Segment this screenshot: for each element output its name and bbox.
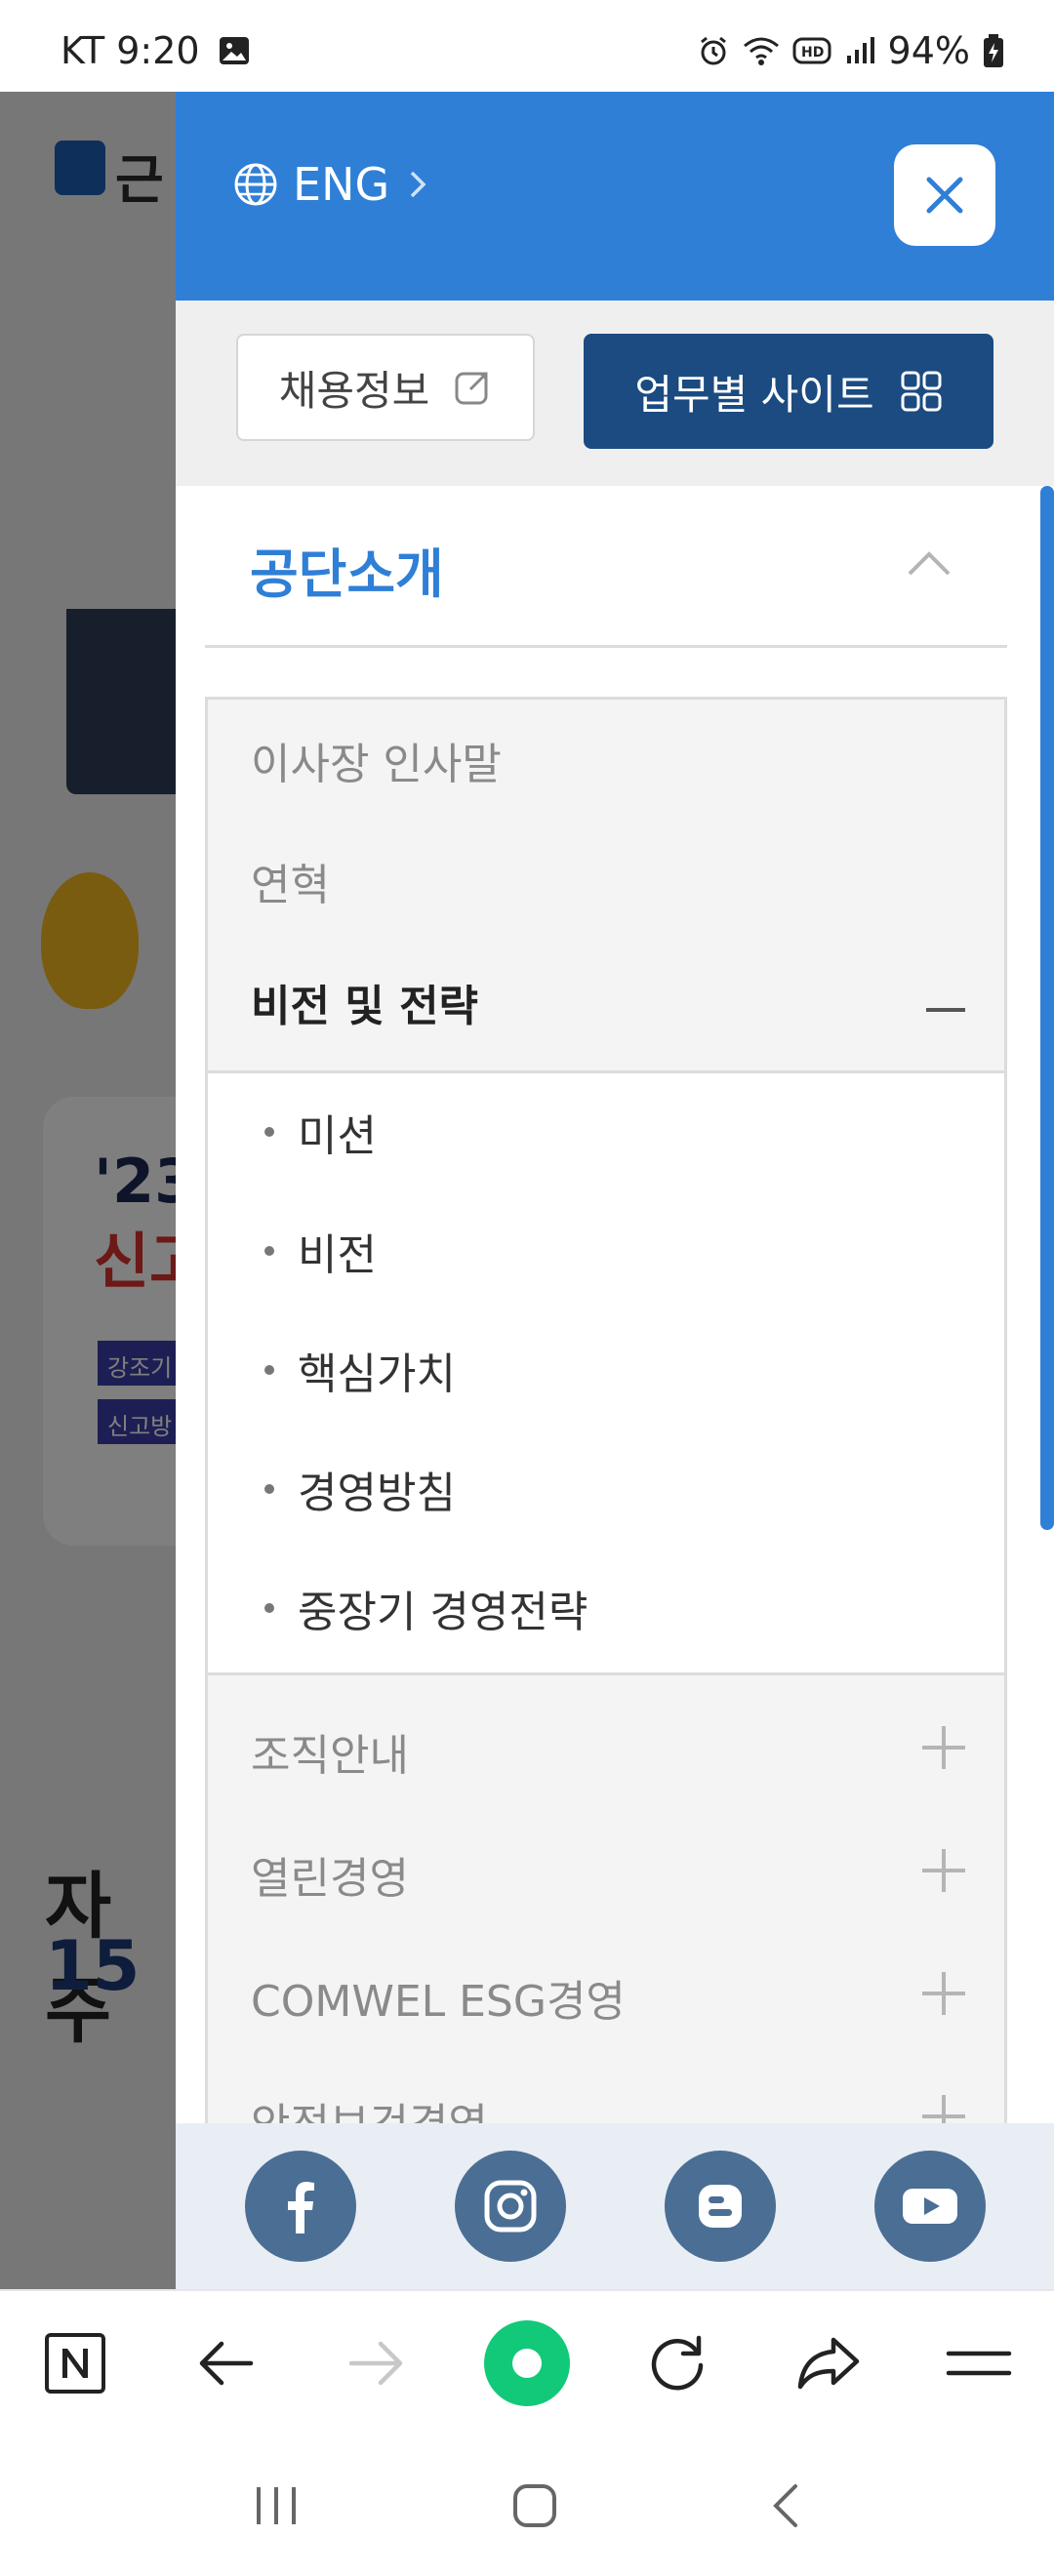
forward-icon (348, 2341, 402, 2386)
submenu-item[interactable]: 조직안내 (251, 1720, 409, 1783)
external-link-icon (455, 372, 488, 405)
instagram-icon (484, 2180, 536, 2233)
refresh-button[interactable] (619, 2305, 736, 2422)
bullet (264, 1603, 274, 1613)
detail-item[interactable]: 중장기 경영전략 (264, 1577, 588, 1639)
youtube-button[interactable] (873, 2151, 986, 2262)
submenu-box: 이사장 인사말 연혁 비전 및 전략 미션 비전 핵심가치 경영방침 중장기 경… (205, 697, 1007, 2213)
bullet (264, 1365, 274, 1375)
facebook-button[interactable] (244, 2151, 356, 2262)
instagram-button[interactable] (454, 2151, 566, 2262)
language-switch[interactable]: ENG (232, 158, 432, 211)
bullet (264, 1127, 274, 1137)
share-icon (797, 2337, 859, 2390)
minus-icon[interactable] (924, 988, 967, 1031)
alarm-icon (700, 36, 726, 65)
detail-item[interactable]: 경영방침 (264, 1458, 456, 1520)
drawer-header: ENG (176, 92, 1054, 301)
quick-links: 채용정보 업무별 사이트 (176, 301, 1054, 486)
detail-label: 경영방침 (298, 1469, 456, 1518)
back-nav-icon[interactable] (766, 2478, 805, 2533)
home-dot-icon (483, 2320, 570, 2406)
browser-toolbar (0, 2289, 1054, 2435)
bullet (264, 1484, 274, 1494)
submenu-item[interactable]: 이사장 인사말 (251, 729, 502, 791)
battery-icon (984, 34, 1003, 67)
status-bar: KT 9:20 HD 94% (0, 0, 1054, 92)
submenu-item-active[interactable]: 비전 및 전략 (251, 971, 478, 1033)
globe-icon (234, 163, 277, 206)
close-icon (926, 177, 963, 214)
menu-list: 공단소개 이사장 인사말 연혁 비전 및 전략 미션 비전 핵심가치 경영방침 … (205, 486, 1007, 2213)
menu-button[interactable] (920, 2305, 1037, 2422)
menu-icon (946, 2351, 1012, 2376)
battery-percent: 94% (887, 29, 970, 72)
home-icon[interactable] (507, 2478, 562, 2533)
section-header[interactable]: 공단소개 (205, 486, 1007, 648)
bullet (264, 1246, 274, 1256)
share-button[interactable] (770, 2305, 887, 2422)
youtube-icon (902, 2189, 957, 2224)
image-icon (219, 37, 249, 64)
facebook-icon (287, 2182, 314, 2234)
detail-label: 핵심가치 (298, 1349, 456, 1399)
back-button[interactable] (167, 2305, 284, 2422)
chevron-right-icon (410, 171, 426, 198)
naver-home-button[interactable] (17, 2305, 134, 2422)
section-title: 공단소개 (250, 543, 444, 605)
detail-list: 미션 비전 핵심가치 경영방침 중장기 경영전략 (208, 1070, 1004, 1675)
plus-icon[interactable] (920, 1724, 967, 1771)
recent-apps-icon[interactable] (249, 2481, 304, 2530)
signal-icon (846, 37, 874, 63)
wifi-icon (743, 37, 779, 65)
plus-icon[interactable] (920, 1847, 967, 1894)
detail-label: 미션 (298, 1111, 377, 1161)
work-sites-label: 업무별 사이트 (634, 370, 874, 419)
detail-item[interactable]: 비전 (264, 1220, 377, 1282)
plus-icon[interactable] (920, 1970, 967, 2017)
detail-item[interactable]: 핵심가치 (264, 1339, 456, 1401)
naver-icon (45, 2333, 106, 2394)
submenu-item[interactable]: COMWEL ESG경영 (251, 1966, 626, 2029)
green-dot-button[interactable] (468, 2305, 586, 2422)
carrier-time: KT 9:20 (61, 29, 200, 72)
detail-label: 비전 (298, 1230, 377, 1280)
close-button[interactable] (894, 144, 995, 246)
blogger-icon (698, 2185, 742, 2228)
recruit-button[interactable]: 채용정보 (236, 334, 535, 441)
grid-icon (901, 371, 942, 412)
detail-label: 중장기 경영전략 (298, 1588, 588, 1637)
blog-button[interactable] (664, 2151, 776, 2262)
scrollbar[interactable] (1040, 486, 1054, 1530)
submenu-item[interactable]: 열린경영 (251, 1843, 409, 1906)
hd-icon: HD (792, 37, 831, 64)
work-sites-button[interactable]: 업무별 사이트 (584, 334, 993, 449)
forward-button[interactable] (318, 2305, 435, 2422)
submenu-item[interactable]: 연혁 (251, 850, 330, 912)
svg-text:HD: HD (801, 45, 824, 60)
menu-drawer: ENG 채용정보 업무별 사이트 공단소개 이사장 인사말 연혁 비전 및 전략 (176, 92, 1054, 2289)
system-nav-bar (0, 2435, 1054, 2576)
back-icon (200, 2341, 254, 2386)
recruit-label: 채용정보 (278, 366, 430, 415)
overlay-dim[interactable] (0, 92, 178, 2289)
refresh-icon (652, 2335, 704, 2391)
chevron-up-icon (908, 551, 951, 576)
detail-item[interactable]: 미션 (264, 1101, 377, 1163)
social-links (176, 2123, 1054, 2289)
language-label: ENG (293, 158, 390, 211)
